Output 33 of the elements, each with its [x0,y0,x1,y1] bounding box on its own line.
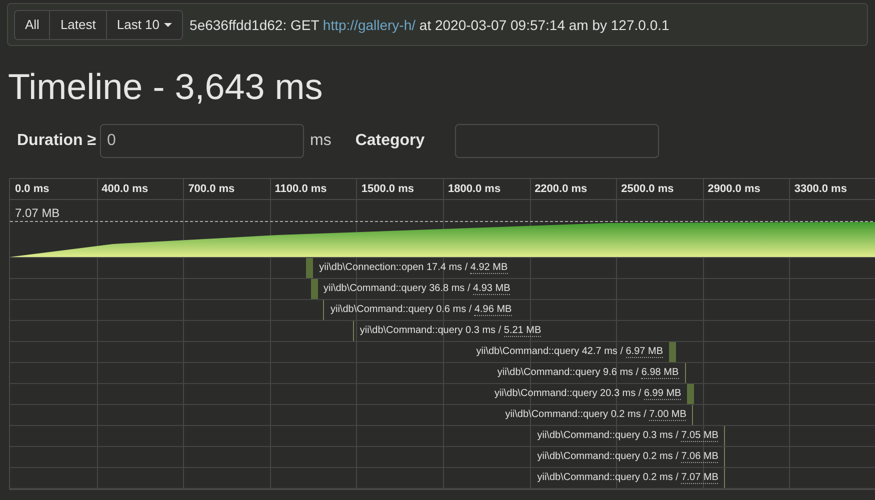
timing-label: yii\db\Command::query 0.6 ms / 4.96 MB [330,304,512,315]
category-input[interactable] [454,124,659,158]
timing-label: yii\db\Command::query 0.3 ms / 5.21 MB [360,325,542,336]
request-summary: 5e636ffdd1d62: GET http://gallery-h/ at 2020-03-07 09:57:14 am by 127.0.0.1 [190,16,670,32]
time-tick-label: 1800.0 ms [446,182,502,197]
time-tick-label: 3300.0 ms [793,182,848,197]
time-tick-label: 400.0 ms [100,182,150,197]
unit-label: ms [310,132,332,150]
memory-peak-label: 7.07 MB [15,206,60,220]
nav-button[interactable]: Last 10 [106,10,183,40]
timing-label: yii\db\Command::query 20.3 ms / 6.99 MB [494,388,682,399]
nav-button[interactable]: All [14,10,50,40]
page-title: Timeline - 3,643 ms [8,66,324,108]
time-tick-label: 0.0 ms [14,182,50,197]
timing-label: yii\db\Command::query 0.3 ms / 7.05 MB [537,430,718,441]
timing-label: yii\db\Command::query 9.6 ms / 6.98 MB [497,367,679,378]
time-tick-label: 2200.0 ms [534,182,588,197]
request-url-link[interactable]: http://gallery-h/ [322,16,416,32]
timing-label: yii\db\Command::query 0.2 ms / 7.07 MB [537,472,718,483]
time-tick-label: 2900.0 ms [706,182,762,197]
time-tick-label: 1100.0 ms [274,182,328,197]
time-tick-label: 1500.0 ms [360,182,415,197]
time-tick-label: 2500.0 ms [620,182,675,197]
time-tick-label: 700.0 ms [187,182,236,197]
timing-label: yii\db\Command::query 0.2 ms / 7.06 MB [537,451,718,462]
category-label: Category [355,132,425,150]
nav-button[interactable]: Latest [49,10,107,40]
timing-label: yii\db\Command::query 0.2 ms / 7.00 MB [505,409,686,420]
timing-label: yii\db\Command::query 36.8 ms / 4.93 MB [324,283,510,294]
timing-label: yii\db\Command::query 42.7 ms / 6.97 MB [476,346,664,357]
timing-label: yii\db\Connection::open 17.4 ms / 4.92 MB [319,262,508,273]
duration-label: Duration ≥ [17,132,96,150]
duration-input[interactable]: 0 [100,124,304,158]
